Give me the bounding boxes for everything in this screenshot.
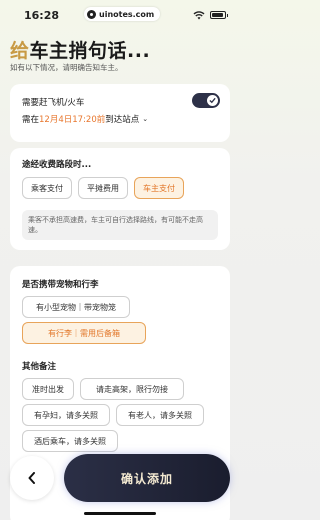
confirm-add-button[interactable]: 确认添加 xyxy=(64,454,230,502)
url-text: uinotes.com xyxy=(99,9,155,19)
arrive-time: 12月4日17:20前 xyxy=(39,115,106,125)
title-rest: 车主捎句话... xyxy=(29,40,151,62)
back-button[interactable] xyxy=(10,456,54,500)
site-icon xyxy=(87,9,96,19)
luggage-option[interactable]: 有行李｜需用后备箱 xyxy=(22,322,146,344)
flight-label: 需要赶飞机/火车 xyxy=(22,98,85,108)
toll-option-split[interactable]: 平摊费用 xyxy=(78,177,128,199)
flight-card: 需要赶飞机/火车 需在 12月4日17:20前 到达站点 ⌄ xyxy=(10,84,230,142)
remarks-title: 其他备注 xyxy=(22,362,57,372)
arrive-suffix: 到达站点 xyxy=(105,115,140,125)
page-subtitle: 如有以下情况，请明确告知车主。 xyxy=(10,63,123,72)
toll-title: 途经收费路段时... xyxy=(22,160,92,170)
arrive-prefix: 需在 xyxy=(22,115,40,125)
bottom-bar: 确认添加 xyxy=(0,448,240,520)
toggle-check-icon xyxy=(207,95,218,106)
remark-elevated-road[interactable]: 请走高架，限行勿接 xyxy=(80,378,184,400)
url-pill: uinotes.com xyxy=(84,7,161,21)
remark-on-time[interactable]: 准时出发 xyxy=(22,378,74,400)
title-accent: 给 xyxy=(10,40,30,62)
remark-pregnant[interactable]: 有孕妇，请多关照 xyxy=(22,404,110,426)
arrive-time-selector[interactable]: 需在 12月4日17:20前 到达站点 ⌄ xyxy=(22,113,148,125)
home-indicator xyxy=(84,512,156,515)
status-time: 16:28 xyxy=(24,9,60,22)
toll-card: 途经收费路段时... 乘客支付 平摊费用 车主支付 乘客不承担高速费，车主可自行… xyxy=(10,148,230,250)
battery-icon xyxy=(210,11,228,19)
chevron-down-icon: ⌄ xyxy=(142,115,149,123)
back-arrow-icon xyxy=(28,472,35,484)
pet-option[interactable]: 有小型宠物｜带宠物笼 xyxy=(22,296,130,318)
toll-option-driver[interactable]: 车主支付 xyxy=(134,177,184,199)
remark-elderly[interactable]: 有老人，请多关照 xyxy=(116,404,204,426)
page-title: 给车主捎句话... xyxy=(10,36,150,63)
wifi-icon xyxy=(193,11,205,20)
toll-note: 乘客不承担高速费，车主可自行选择路线，有可能不走高速。 xyxy=(22,210,218,240)
status-bar: 16:28 uinotes.com xyxy=(0,0,240,30)
toll-option-passenger[interactable]: 乘客支付 xyxy=(22,177,72,199)
pets-title: 是否携带宠物和行李 xyxy=(22,280,99,290)
flight-toggle[interactable] xyxy=(192,93,220,108)
